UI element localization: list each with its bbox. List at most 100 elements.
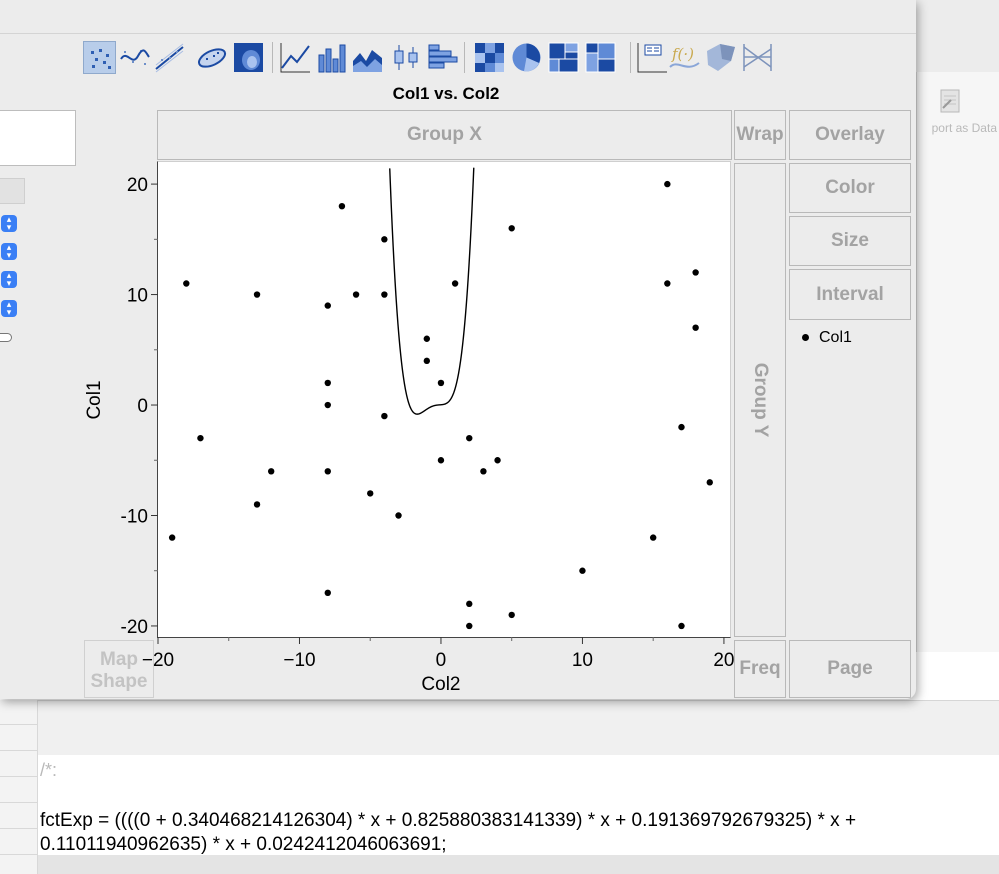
legend-label[interactable]: Col1: [819, 329, 852, 347]
data-point: [466, 434, 473, 442]
chart-title: Col1 vs. Col2: [392, 84, 500, 103]
y-tick-label: 0: [137, 396, 148, 417]
data-point: [395, 512, 402, 519]
data-point: [267, 468, 275, 475]
code-line[interactable]: fctExp = ((((0 + 0.340468214126304) * x …: [40, 810, 856, 832]
group-x-zone[interactable]: Group X: [157, 110, 732, 160]
data-point: [423, 357, 431, 365]
data-point: [197, 434, 204, 442]
code-line[interactable]: 0.11011940962635) * x + 0.02424120460636…: [40, 834, 447, 856]
line-tool-icon[interactable]: [279, 41, 312, 74]
data-point: [437, 457, 445, 464]
treemap-tool-icon[interactable]: [547, 41, 580, 74]
code-comment: /*:: [40, 760, 58, 780]
size-zone[interactable]: Size: [789, 216, 911, 266]
x-tick-label: 0: [436, 650, 447, 671]
stepper-icon[interactable]: ▴ ▾: [1, 215, 17, 232]
group-x-label: Group X: [407, 124, 482, 145]
wrap-zone[interactable]: Wrap: [734, 110, 786, 160]
data-point: [423, 335, 431, 342]
map-shapes-tool-icon[interactable]: [704, 41, 737, 74]
box-plot-tool-icon[interactable]: [390, 41, 423, 74]
data-point: [466, 600, 473, 608]
color-label: Color: [825, 177, 875, 198]
parallel-plot-tool-icon[interactable]: [741, 41, 774, 74]
overlay-label: Overlay: [815, 124, 885, 145]
bar-tool-icon[interactable]: [315, 41, 348, 74]
data-point: [183, 280, 190, 287]
left-small-box[interactable]: [0, 178, 25, 204]
scatter-plot: -20 -10 0 10 20 −20 −10 0 10 20 Col2: [121, 167, 734, 695]
stepper-icon[interactable]: ▴ ▾: [1, 300, 17, 317]
data-point: [678, 423, 685, 431]
toolbar-separator: [630, 42, 631, 73]
data-point: [494, 457, 501, 464]
x-tick-label: 20: [713, 650, 734, 671]
data-point: [324, 302, 331, 309]
left-variable-box[interactable]: [0, 110, 76, 166]
ellipse-tool-icon[interactable]: [196, 41, 229, 74]
data-point: [352, 291, 360, 298]
data-point: [664, 280, 671, 287]
data-point: [324, 589, 331, 597]
data-point: [692, 269, 699, 276]
data-point: [579, 567, 586, 574]
line-of-fit-tool-icon[interactable]: [153, 41, 186, 74]
freq-zone[interactable]: Freq: [734, 640, 786, 698]
wrap-label: Wrap: [736, 124, 784, 145]
editor-bottom-band: [38, 855, 999, 874]
y-tick-label: -10: [121, 506, 148, 527]
caption-box-tool-icon[interactable]: [636, 41, 669, 74]
data-point: [381, 236, 388, 243]
stepper-icon[interactable]: ▴ ▾: [1, 271, 17, 288]
data-point: [168, 534, 176, 541]
contour-tool-icon[interactable]: [232, 41, 265, 74]
data-point: [324, 379, 331, 387]
data-point: [649, 534, 657, 541]
stepper-icon[interactable]: ▴ ▾: [1, 243, 17, 260]
export-data-icon[interactable]: [938, 88, 962, 114]
page-zone[interactable]: Page: [789, 640, 911, 698]
data-point: [480, 468, 487, 475]
formula-tool-icon[interactable]: f(·): [668, 41, 701, 74]
data-point: [508, 611, 515, 619]
y-tick-label: -20: [121, 617, 148, 638]
fit-curve: [389, 167, 475, 415]
mosaic-tool-icon[interactable]: [584, 41, 617, 74]
area-tool-icon[interactable]: [351, 41, 384, 74]
page-label: Page: [827, 658, 873, 679]
color-zone[interactable]: Color: [789, 163, 911, 213]
toggle-icon[interactable]: [0, 333, 12, 342]
points-tool-icon[interactable]: [83, 41, 116, 74]
graph-builder-window: ▴ ▾ ▴ ▾ ▴ ▾ ▴ ▾ f(·) Col1 vs. Col2 Group…: [0, 0, 916, 699]
freq-label: Freq: [739, 658, 781, 679]
group-y-zone[interactable]: Group Y: [734, 163, 786, 637]
y-axis-label-text: Col1: [84, 380, 105, 420]
editor-output-band: [38, 700, 999, 755]
x-tick-label: −20: [142, 650, 174, 671]
data-point: [451, 280, 459, 287]
data-point: [324, 468, 331, 475]
editor-gutter: [0, 700, 38, 874]
data-point: [678, 622, 685, 630]
smoother-tool-icon[interactable]: [118, 41, 151, 74]
heatmap-tool-icon[interactable]: [473, 41, 506, 74]
data-point: [437, 379, 445, 387]
interval-label: Interval: [816, 283, 884, 305]
data-point: [253, 501, 261, 508]
overlay-zone[interactable]: Overlay: [789, 110, 911, 160]
size-label: Size: [830, 230, 870, 251]
export-panel: [916, 72, 999, 652]
svg-text:f(·): f(·): [671, 45, 694, 63]
data-point: [381, 291, 388, 298]
data-point: [466, 622, 473, 630]
export-as-data-label[interactable]: port as Data: [916, 121, 999, 135]
toolbar-separator: [272, 42, 273, 73]
interval-zone[interactable]: Interval: [789, 269, 911, 320]
data-point: [692, 324, 699, 331]
x-tick-label: 10: [572, 650, 593, 671]
pie-tool-icon[interactable]: [510, 41, 543, 74]
data-point: [367, 490, 374, 497]
histogram-tool-icon[interactable]: [426, 41, 459, 74]
dialog-title-strip: [0, 0, 916, 34]
